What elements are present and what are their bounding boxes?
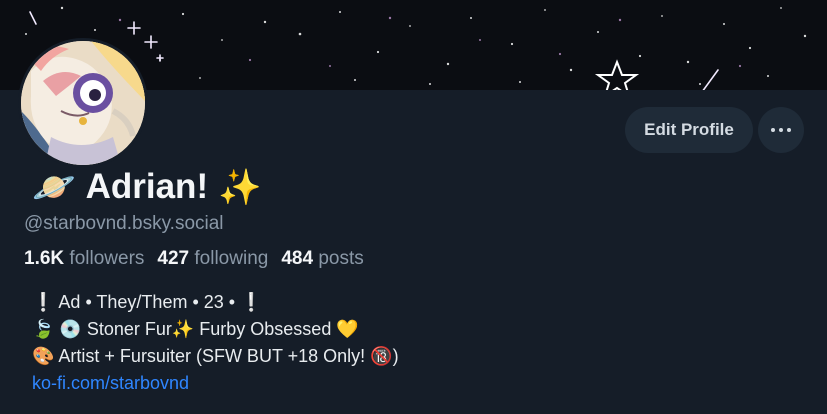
following-stat[interactable]: 427 following [157, 248, 268, 270]
followers-stat[interactable]: 1.6K followers [24, 248, 144, 270]
edit-profile-label: Edit Profile [644, 120, 734, 139]
followers-label: followers [69, 248, 145, 269]
followers-count: 1.6K [24, 248, 65, 269]
profile-bio: ❕ Ad • They/Them • 23 • ❕ 🍃 💿 Stoner Fur… [32, 289, 792, 397]
bio-line-1: ❕ Ad • They/Them • 23 • ❕ [32, 292, 263, 312]
posts-count: 484 [281, 248, 314, 269]
bio-line-2: 🍃 💿 Stoner Fur✨ Furby Obsessed 💛 [32, 319, 359, 339]
profile-stats: 1.6K followers 427 following 484 posts [24, 248, 364, 270]
following-count: 427 [157, 248, 190, 269]
kofi-link[interactable]: ko-fi.com/starbovnd [32, 373, 189, 393]
sparkles-emoji: ✨ [218, 167, 262, 208]
planet-emoji: 🪐 [32, 167, 76, 208]
posts-stat: 484 posts [281, 248, 363, 270]
posts-label: posts [318, 248, 364, 269]
ellipsis-icon [771, 128, 791, 132]
display-name: 🪐 Adrian! ✨ [32, 165, 262, 209]
avatar[interactable] [18, 38, 148, 168]
profile-handle: @starbovnd.bsky.social [24, 213, 224, 234]
avatar-illustration [21, 41, 145, 165]
more-options-button[interactable] [758, 107, 804, 153]
edit-profile-button[interactable]: Edit Profile [625, 107, 753, 153]
bio-line-3: 🎨 Artist + Fursuiter (SFW BUT +18 Only! … [32, 346, 399, 366]
display-name-text: Adrian! [85, 167, 209, 206]
following-label: following [194, 248, 269, 269]
